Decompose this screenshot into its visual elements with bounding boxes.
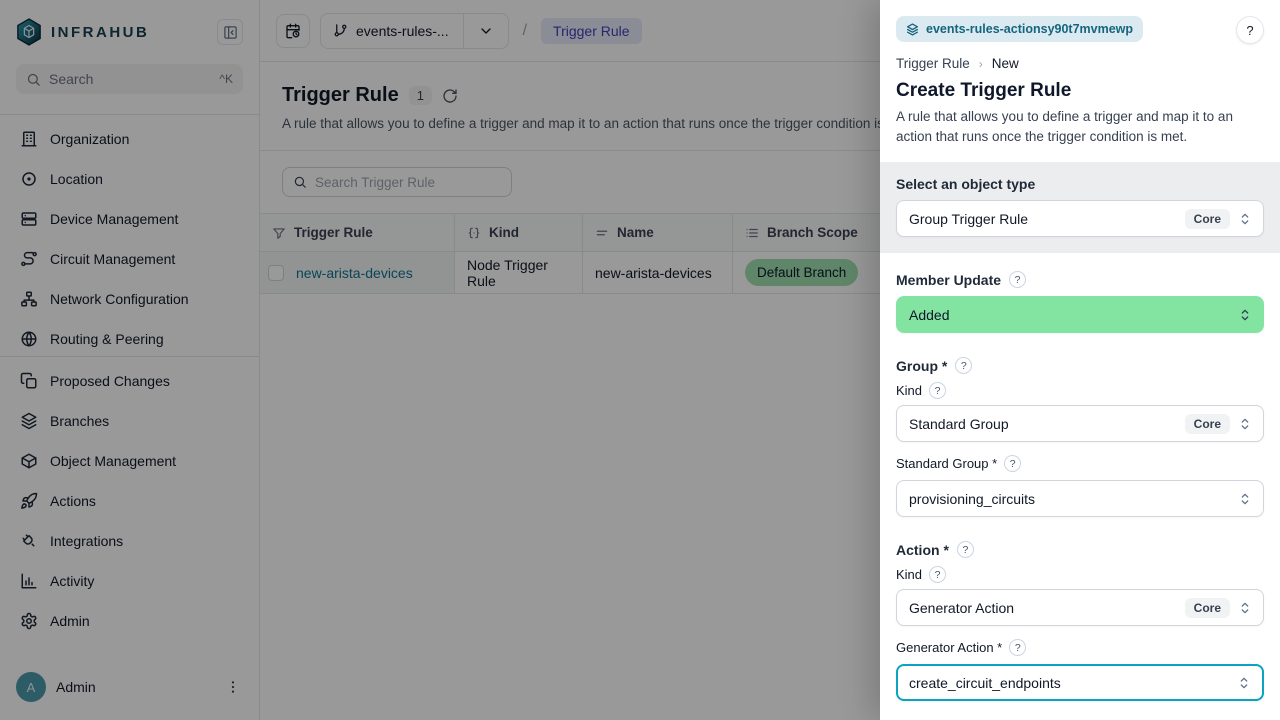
- breadcrumb-parent[interactable]: Trigger Rule: [896, 56, 970, 71]
- chevrons-up-down-icon: [1237, 600, 1253, 616]
- help-icon[interactable]: ?: [957, 541, 974, 558]
- object-type-label: Select an object type: [896, 176, 1264, 192]
- help-icon[interactable]: ?: [929, 566, 946, 583]
- help-icon[interactable]: ?: [1004, 455, 1021, 472]
- core-badge: Core: [1185, 414, 1230, 434]
- chevrons-up-down-icon: [1236, 675, 1252, 691]
- object-type-section: Select an object type Group Trigger Rule…: [880, 162, 1280, 253]
- group-kind-select[interactable]: Standard Group Core: [896, 405, 1264, 442]
- help-icon[interactable]: ?: [929, 382, 946, 399]
- chevrons-up-down-icon: [1237, 211, 1253, 227]
- chevron-right-icon: ›: [979, 57, 983, 71]
- action-kind-label: Kind ?: [896, 566, 1264, 583]
- member-update-select[interactable]: Added: [896, 296, 1264, 333]
- core-badge: Core: [1185, 598, 1230, 618]
- generator-action-select[interactable]: create_circuit_endpoints: [896, 664, 1264, 701]
- chevrons-up-down-icon: [1237, 307, 1253, 323]
- help-icon[interactable]: ?: [955, 357, 972, 374]
- question-mark-icon: ?: [1246, 23, 1253, 38]
- layers-icon: [906, 23, 919, 36]
- group-kind-label: Kind ?: [896, 382, 1264, 399]
- object-type-select[interactable]: Group Trigger Rule Core: [896, 200, 1264, 237]
- breadcrumb-current: New: [992, 56, 1019, 71]
- help-icon[interactable]: ?: [1009, 271, 1026, 288]
- create-trigger-rule-panel: events-rules-actionsy90t7mvmewp ? Trigge…: [880, 0, 1280, 720]
- panel-help-button[interactable]: ?: [1236, 16, 1264, 44]
- generator-action-label: Generator Action * ?: [896, 639, 1264, 656]
- core-badge: Core: [1185, 209, 1230, 229]
- chevrons-up-down-icon: [1237, 416, 1253, 432]
- help-icon[interactable]: ?: [1009, 639, 1026, 656]
- action-kind-select[interactable]: Generator Action Core: [896, 589, 1264, 626]
- member-update-label: Member Update ?: [896, 271, 1264, 288]
- standard-group-select[interactable]: provisioning_circuits: [896, 480, 1264, 517]
- action-label: Action * ?: [896, 541, 1264, 558]
- panel-breadcrumb: Trigger Rule › New: [896, 56, 1264, 71]
- panel-title: Create Trigger Rule: [896, 80, 1264, 102]
- app-root: INFRAHUB Search ^K Organization: [0, 0, 1280, 720]
- chevrons-up-down-icon: [1237, 491, 1253, 507]
- standard-group-label: Standard Group * ?: [896, 455, 1264, 472]
- panel-branch-badge: events-rules-actionsy90t7mvmewp: [896, 16, 1143, 42]
- group-label: Group * ?: [896, 357, 1264, 374]
- panel-description: A rule that allows you to define a trigg…: [896, 107, 1248, 146]
